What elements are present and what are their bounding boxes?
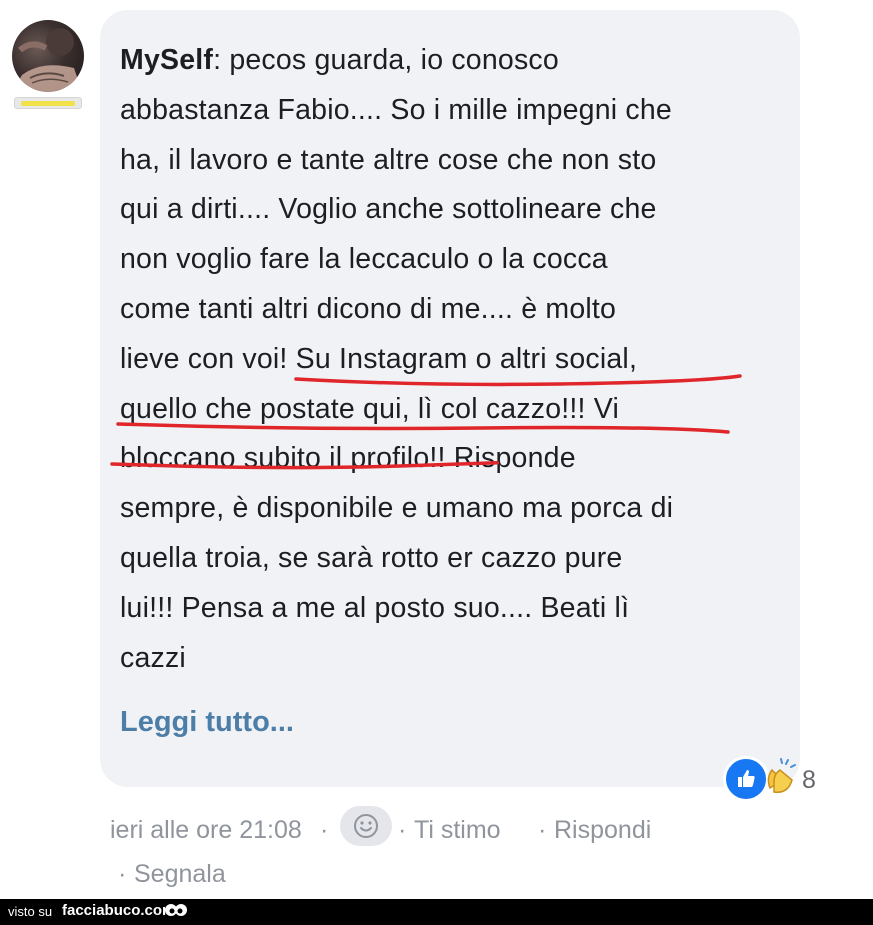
read-more-link[interactable]: Leggi tutto... <box>120 706 294 739</box>
smiley-icon <box>354 814 378 838</box>
comment-line: bloccano subito il profilo!! Risponde <box>120 442 576 475</box>
comment-line: quello che postate qui, lì col cazzo!!! … <box>120 392 619 425</box>
avatar-photo <box>12 28 82 92</box>
comment-line: ha, il lavoro e tante altre cose che non… <box>120 143 657 176</box>
comment-line: non voglio fare la leccaculo o la cocca <box>120 243 608 276</box>
comment-timestamp[interactable]: ieri alle ore 21:08 <box>110 808 302 852</box>
user-avatar[interactable] <box>12 20 84 92</box>
user-badge <box>14 97 82 109</box>
meta-separator: · <box>538 816 547 844</box>
comment-line: lui!!! Pensa a me al posto suo.... Beati… <box>120 591 630 624</box>
eyes-logo-icon <box>165 904 187 916</box>
react-emoji-button[interactable] <box>340 806 392 846</box>
comment-author[interactable]: MySelf <box>120 44 213 76</box>
comment-bubble: MySelf: pecos guarda, io conosco abbasta… <box>100 10 800 787</box>
report-button[interactable]: Segnala <box>134 852 226 896</box>
comment-line: qui a dirti.... Voglio anche sottolinear… <box>120 193 657 226</box>
clapping-hands-icon <box>760 758 800 798</box>
author-separator: : <box>213 44 230 76</box>
react-button[interactable]: Ti stimo <box>414 808 501 852</box>
reaction-count: 8 <box>802 766 816 794</box>
comment-line: quella troia, se sarà rotto er cazzo pur… <box>120 541 623 574</box>
comment-text: MySelf: pecos guarda, io conosco abbasta… <box>120 36 770 683</box>
comment-line: sempre, è disponibile e umano ma porca d… <box>120 492 674 525</box>
comment-meta: ieri alle ore 21:08 · · Ti stimo · Rispo… <box>110 806 710 896</box>
comment-line: come tanti altri dicono di me.... è molt… <box>120 292 617 325</box>
watermark-site: facciabuco.com <box>62 902 176 919</box>
meta-separator: · <box>118 860 127 888</box>
watermark-prefix: visto su <box>8 904 53 919</box>
comment-line: cazzi <box>120 641 186 674</box>
comment-line: lieve con voi! Su Instagram o altri soci… <box>120 342 638 375</box>
comment-line: pecos guarda, io conosco <box>229 44 559 76</box>
reactions-summary[interactable]: 8 <box>720 752 828 808</box>
reply-button[interactable]: Rispondi <box>554 808 651 852</box>
meta-separator: · <box>320 816 329 844</box>
comment-line: abbastanza Fabio.... So i mille impegni … <box>120 93 672 126</box>
meta-separator: · <box>398 816 407 844</box>
watermark-bar: visto su facciabuco.com <box>0 899 873 925</box>
